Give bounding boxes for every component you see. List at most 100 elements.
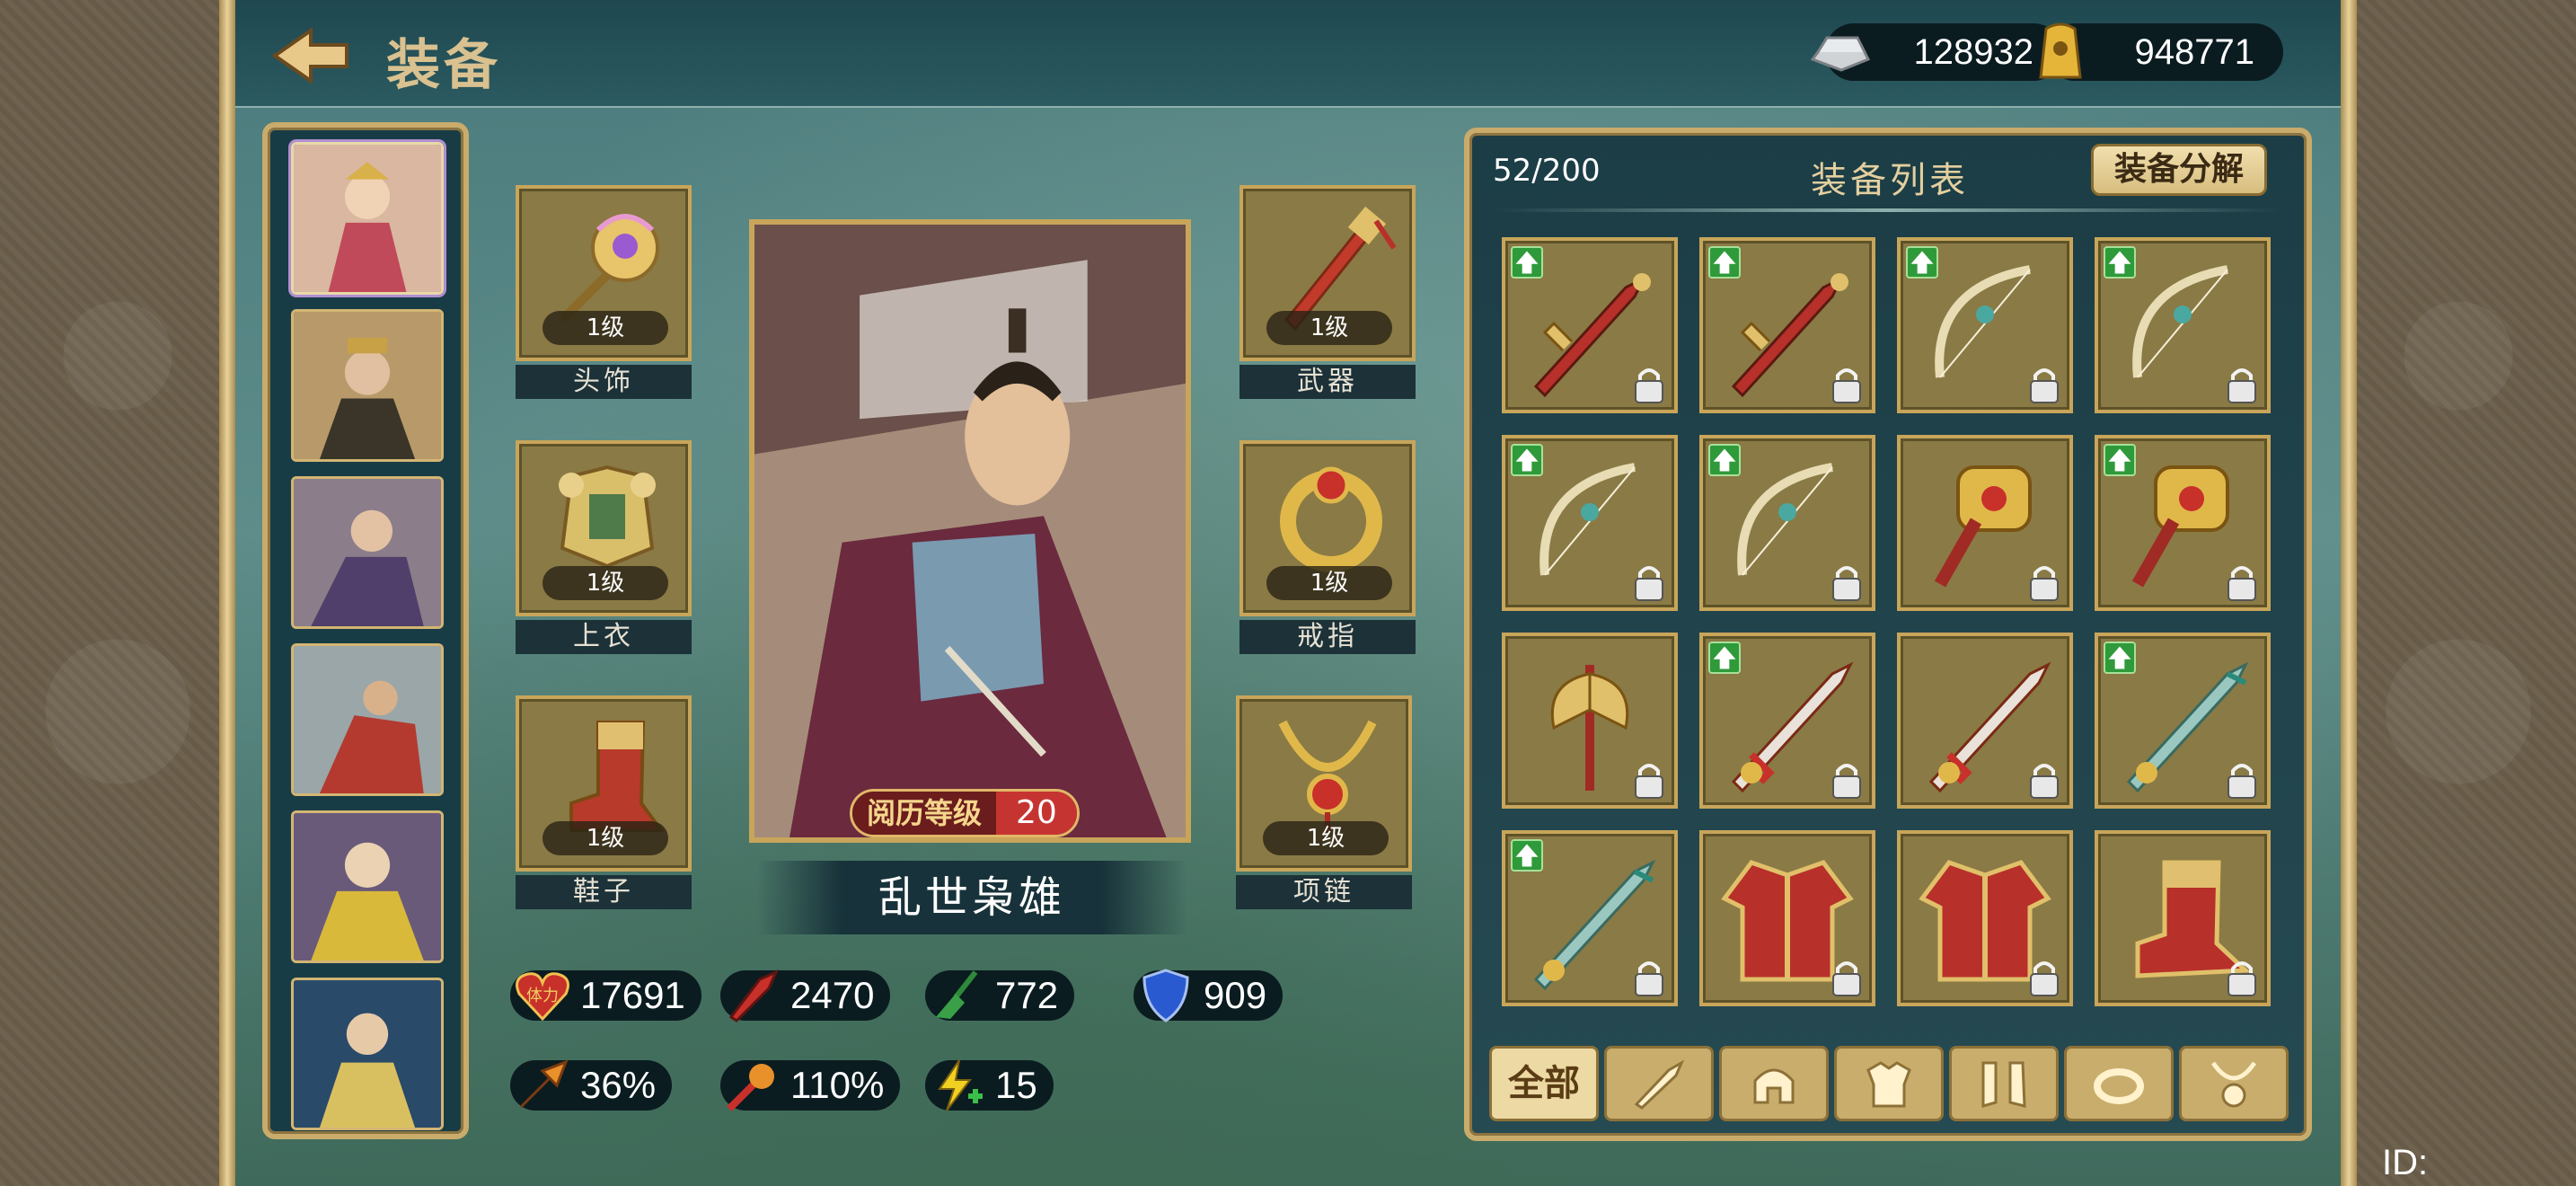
slot-ring[interactable]: 1级 戒指 (1239, 440, 1416, 654)
filter-tabs: 全部 (1489, 1046, 2298, 1121)
lock-icon (2228, 961, 2256, 996)
equipment-item[interactable] (2095, 830, 2271, 1006)
attack-value: 2470 (790, 974, 875, 1016)
upgrade-arrow-icon (1511, 246, 1543, 279)
lock-icon (1635, 961, 1663, 996)
necklace-level: 1级 (1263, 821, 1389, 855)
clothing-label: 上衣 (516, 620, 692, 654)
left-dragon-border (0, 0, 235, 1186)
attack-sword-icon (728, 969, 779, 1022)
stat-defense: 909 (1134, 969, 1284, 1022)
lock-icon (2030, 566, 2059, 601)
hero-illustration (754, 225, 1186, 837)
hero-portrait-1[interactable] (291, 142, 444, 295)
right-dragon-border (2341, 0, 2576, 1186)
upgrade-arrow-icon (2104, 642, 2136, 674)
tab-weapon[interactable] (1604, 1046, 1714, 1121)
lock-icon (2030, 368, 2059, 403)
defense-value: 909 (1204, 974, 1267, 1016)
stat-speed: 772 (925, 970, 1075, 1021)
shield-icon (1142, 969, 1189, 1022)
lock-icon (2030, 764, 2059, 799)
headwear-label: 头饰 (516, 365, 692, 399)
hero-card[interactable]: 阅历等级 20 (749, 219, 1191, 843)
equipment-screen: 装备 128932 948771 1级 头饰 1级 上衣 1级 鞋子 1级 武器… (235, 0, 2482, 1186)
silver-ingot-icon (1810, 36, 1871, 72)
back-button[interactable] (269, 27, 352, 84)
boots-icon (1981, 1061, 2026, 1108)
equipment-item[interactable] (2095, 237, 2271, 413)
equipment-item[interactable] (1699, 830, 1875, 1006)
upgrade-arrow-icon (1906, 246, 1938, 279)
page-title: 装备 (386, 34, 501, 97)
hero-portrait-5[interactable] (291, 810, 444, 963)
equipment-item[interactable] (1502, 237, 1678, 413)
decompose-button[interactable]: 装备分解 (2091, 144, 2267, 196)
lock-icon (1635, 368, 1663, 403)
equipment-item[interactable] (1699, 633, 1875, 809)
tab-all[interactable]: 全部 (1489, 1046, 1599, 1121)
slot-weapon[interactable]: 1级 武器 (1239, 185, 1416, 399)
tab-armor[interactable] (1834, 1046, 1944, 1121)
crit-damage-icon (727, 1064, 774, 1111)
helmet-icon (1753, 1068, 1795, 1104)
slot-necklace[interactable]: 1级 项链 (1236, 695, 1412, 909)
slot-clothing[interactable]: 1级 上衣 (516, 440, 692, 654)
hero-portrait-2[interactable] (291, 309, 444, 462)
hero-portrait-list[interactable] (262, 122, 469, 1139)
silver-amount: 128932 (1913, 32, 2033, 72)
headwear-level: 1级 (543, 311, 668, 345)
speed-broom-icon (936, 970, 978, 1019)
lock-icon (2030, 961, 2059, 996)
energy-bolt-icon (938, 1059, 983, 1111)
equipment-item[interactable] (1897, 830, 2073, 1006)
equipment-item[interactable] (1699, 435, 1875, 611)
slot-headwear[interactable]: 1级 头饰 (516, 185, 692, 399)
gold-ingot-icon (2039, 22, 2082, 79)
necklace-icon (2210, 1061, 2257, 1108)
lock-icon (1832, 961, 1861, 996)
lock-icon (1635, 764, 1663, 799)
upgrade-arrow-icon (1708, 642, 1741, 674)
crit-value: 36% (580, 1064, 657, 1106)
tab-boots[interactable] (1949, 1046, 2059, 1121)
tab-ring[interactable] (2064, 1046, 2174, 1121)
sword-icon (1634, 1059, 1685, 1110)
equipment-item[interactable] (1502, 830, 1678, 1006)
slot-shoes[interactable]: 1级 鞋子 (516, 695, 692, 909)
hero-portrait-6[interactable] (291, 978, 444, 1130)
top-bar: 装备 128932 948771 (235, 0, 2341, 108)
equipment-list-panel: 52/200 装备列表 装备分解 全部 (1464, 128, 2312, 1141)
equipment-grid[interactable] (1502, 237, 2292, 1028)
tab-necklace[interactable] (2179, 1046, 2289, 1121)
stat-energy: 15 (925, 1059, 1054, 1111)
hero-name: 乱世枭雄 (756, 861, 1187, 934)
rank-label: 阅历等级 (852, 792, 997, 835)
weapon-label: 武器 (1239, 365, 1416, 399)
upgrade-arrow-icon (2104, 246, 2136, 279)
armor-icon (1866, 1061, 1911, 1108)
shoes-level: 1级 (543, 821, 668, 855)
equipment-list-header: 52/200 装备列表 装备分解 (1469, 133, 2307, 216)
upgrade-arrow-icon (1708, 444, 1741, 476)
lock-icon (1832, 566, 1861, 601)
heart-icon: 体力 (516, 972, 569, 1022)
stat-hp: 体力 17691 (510, 970, 701, 1022)
equipment-item[interactable] (2095, 633, 2271, 809)
equipment-item[interactable] (1897, 435, 2073, 611)
lock-icon (2228, 566, 2256, 601)
crit-damage-value: 110% (790, 1064, 885, 1106)
tab-helmet[interactable] (1719, 1046, 1829, 1121)
back-arrow-icon (271, 27, 348, 84)
equipment-item[interactable] (1502, 633, 1678, 809)
equipment-item[interactable] (1897, 237, 2073, 413)
equipment-item[interactable] (2095, 435, 2271, 611)
equipment-item[interactable] (1502, 435, 1678, 611)
hero-rank-badge: 阅历等级 20 (850, 789, 1080, 837)
equipment-item[interactable] (1897, 633, 2073, 809)
hero-portrait-4[interactable] (291, 643, 444, 796)
equipment-item[interactable] (1699, 237, 1875, 413)
hero-portrait-3[interactable] (291, 476, 444, 629)
equipment-list-title: 装备列表 (1811, 160, 1969, 201)
lock-icon (1635, 566, 1663, 601)
